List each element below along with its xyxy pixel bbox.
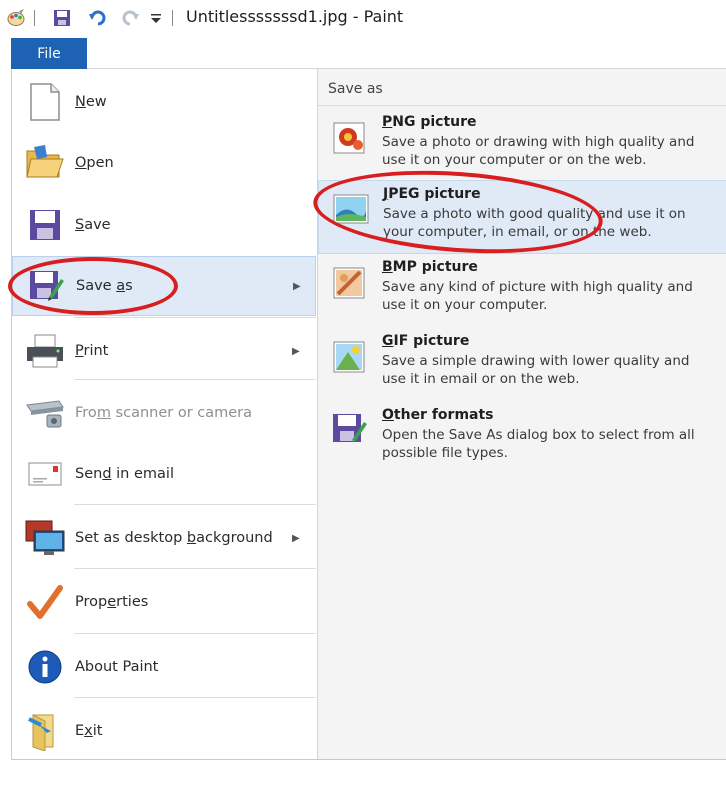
save-as-option-bmp[interactable]: BMP picture Save any kind of picture with… [318, 254, 726, 328]
undo-icon[interactable] [88, 6, 108, 30]
menu-item-label: Save as [76, 278, 133, 294]
menu-item-label: From scanner or camera [75, 405, 253, 421]
panel-bottom-border [11, 759, 726, 760]
title-bar: Untitlesssssssd1.jpg - Paint [0, 0, 726, 38]
email-icon [24, 453, 66, 495]
save-as-option-description: Save a simple drawing with lower quality… [382, 353, 690, 387]
gif-picture-icon [330, 336, 372, 378]
jpeg-picture-icon [331, 189, 373, 231]
png-picture-icon [330, 117, 372, 159]
menu-item-label: Properties [75, 594, 149, 610]
menu-item-label: New [75, 94, 107, 110]
menu-item-open[interactable]: Open [12, 133, 316, 193]
open-folder-icon [24, 142, 66, 184]
exit-icon [24, 710, 66, 752]
save-as-option-jpeg[interactable]: JPEG picture Save a photo with good quali… [318, 180, 726, 254]
save-as-option-png[interactable]: PNG picture Save a photo or drawing with … [318, 109, 726, 183]
menu-separator [74, 568, 316, 569]
window-title: Untitlesssssssd1.jpg - Paint [186, 7, 404, 26]
menu-item-new[interactable]: New [12, 72, 316, 132]
save-as-option-description: Save any kind of picture with high quali… [382, 279, 693, 313]
separator [34, 10, 35, 26]
menu-separator [74, 504, 316, 505]
menu-item-label: Send in email [75, 466, 174, 482]
save-disk-icon [24, 204, 66, 246]
menu-item-properties[interactable]: Properties [12, 572, 316, 632]
bmp-picture-icon [330, 262, 372, 304]
menu-separator [74, 379, 316, 380]
new-document-icon [24, 81, 66, 123]
menu-item-label: Set as desktop background [75, 530, 273, 546]
menu-item-label: About Paint [75, 659, 159, 675]
save-as-header: Save as [328, 81, 383, 97]
menu-item-label: Print [75, 343, 109, 359]
menu-item-save-as[interactable]: Save as ▶ [12, 256, 316, 316]
save-as-option-description: Open the Save As dialog box to select fr… [382, 427, 695, 461]
save-icon[interactable] [52, 6, 72, 30]
save-as-option-other[interactable]: Other formats Open the Save As dialog box… [318, 402, 726, 476]
save-as-option-description: Save a photo with good quality and use i… [383, 206, 686, 240]
save-as-header-divider [318, 105, 726, 106]
desktop-background-icon [24, 517, 66, 559]
save-as-icon [25, 265, 67, 307]
menu-item-email[interactable]: Send in email [12, 444, 316, 504]
file-menu-panel: New Open Save Save as ▶ Print ▶ From scanner or… [11, 69, 726, 759]
menu-item-scanner: From scanner or camera [12, 383, 316, 443]
save-as-option-gif[interactable]: GIF picture Save a simple drawing with lo… [318, 328, 726, 402]
checkmark-icon [24, 581, 66, 623]
other-formats-icon [330, 410, 372, 452]
menu-separator [74, 633, 316, 634]
save-as-option-title: PNG picture [382, 114, 477, 130]
menu-separator [74, 317, 316, 318]
save-as-option-title: GIF picture [382, 333, 470, 349]
menu-item-desktop-bg[interactable]: Set as desktop background ▶ [12, 508, 316, 568]
save-as-option-description: Save a photo or drawing with high qualit… [382, 134, 695, 168]
menu-item-print[interactable]: Print ▶ [12, 321, 316, 381]
save-as-option-title: BMP picture [382, 259, 478, 275]
save-as-option-title: JPEG picture [383, 186, 481, 202]
redo-icon[interactable] [120, 6, 140, 30]
menu-item-save[interactable]: Save [12, 195, 316, 255]
menu-item-label: Save [75, 217, 111, 233]
printer-icon [24, 330, 66, 372]
save-as-option-title: Other formats [382, 407, 494, 423]
menu-item-label: Exit [75, 723, 103, 739]
menu-item-exit[interactable]: Exit [12, 701, 316, 761]
file-menu-list: New Open Save Save as ▶ Print ▶ From scanner or… [12, 69, 316, 759]
paint-app-icon[interactable] [6, 6, 26, 30]
separator [172, 10, 173, 26]
info-icon [24, 646, 66, 688]
scanner-icon [24, 392, 66, 434]
menu-separator [74, 697, 316, 698]
save-as-pane: Save as PNG picture Save a photo or drawi… [318, 69, 726, 759]
menu-item-label: Open [75, 155, 114, 171]
customize-dropdown-icon[interactable] [150, 6, 162, 30]
menu-item-about[interactable]: About Paint [12, 637, 316, 697]
submenu-arrow-icon: ▶ [293, 280, 301, 292]
submenu-arrow-icon: ▶ [292, 532, 300, 544]
submenu-arrow-icon: ▶ [292, 345, 300, 357]
file-tab[interactable]: File [11, 38, 87, 69]
